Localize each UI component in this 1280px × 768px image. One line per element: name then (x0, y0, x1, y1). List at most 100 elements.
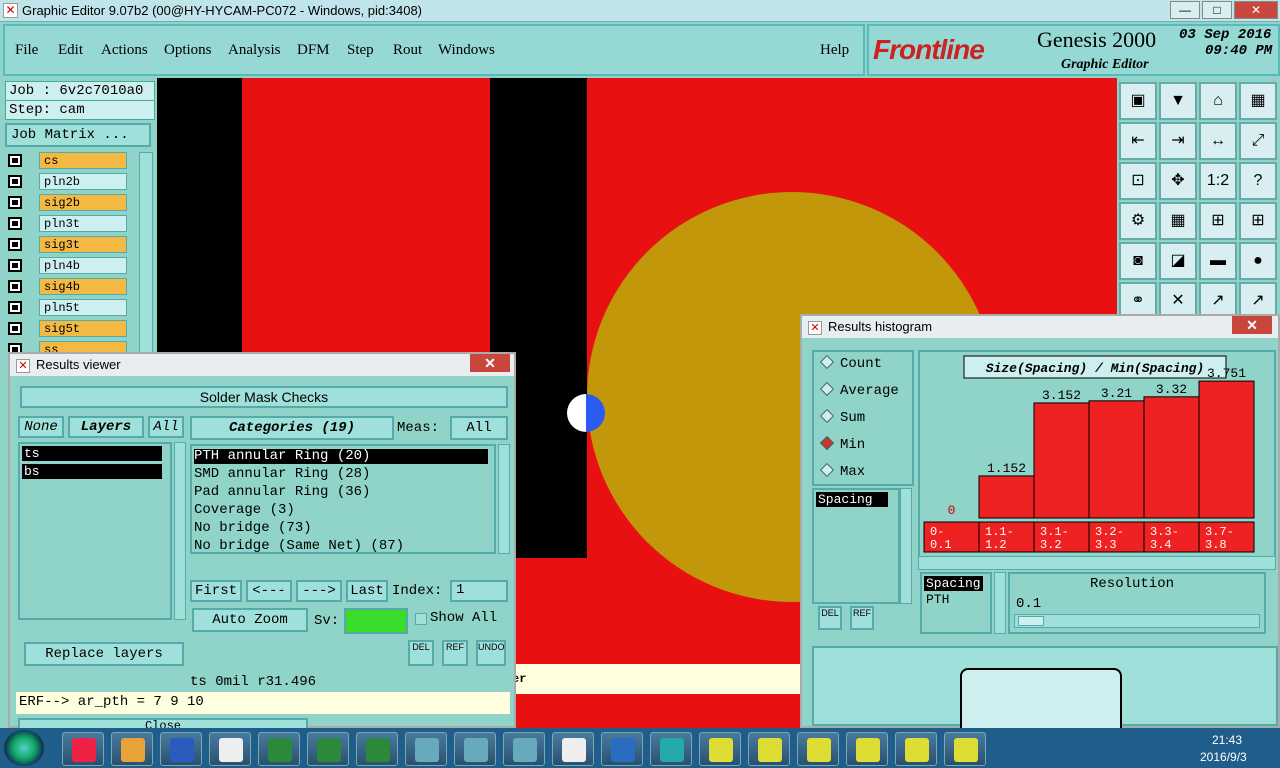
taskbar-app-icon[interactable] (650, 732, 692, 766)
index-input[interactable]: 1 (450, 580, 508, 602)
menu-options[interactable]: Options (164, 42, 212, 59)
layer-row[interactable]: cs (5, 152, 127, 169)
select-icon[interactable]: ◪ (1159, 242, 1197, 280)
first-button[interactable]: First (190, 580, 242, 602)
start-button[interactable] (4, 730, 44, 766)
pad-icon[interactable]: ● (1239, 242, 1277, 280)
histogram-bar[interactable] (978, 475, 1035, 519)
histogram-bar[interactable] (1088, 400, 1145, 519)
undo-button[interactable]: UNDO (476, 640, 506, 666)
category-item[interactable]: Coverage (3) (194, 502, 295, 518)
layer-result-scrollbar[interactable] (174, 442, 186, 620)
prev-button[interactable]: <--- (246, 580, 292, 602)
show-all-checkbox[interactable] (415, 613, 427, 625)
last-button[interactable]: Last (346, 580, 388, 602)
next-button[interactable]: ---> (296, 580, 342, 602)
histogram-close[interactable]: ✕ (1232, 316, 1272, 334)
histogram-bar[interactable] (1033, 402, 1090, 519)
minimize-button[interactable]: — (1170, 1, 1200, 19)
param-item-spacing[interactable]: Spacing (924, 576, 983, 591)
param-scrollbar[interactable] (994, 572, 1006, 634)
resolution-slider-handle[interactable] (1018, 616, 1044, 626)
layer-checkbox[interactable] (8, 196, 22, 209)
taskbar-app-icon[interactable] (405, 732, 447, 766)
settings-icon[interactable]: ⚙ (1119, 202, 1157, 240)
menu-rout[interactable]: Rout (393, 42, 422, 59)
results-viewer-close[interactable]: ✕ (470, 354, 510, 372)
taskbar-app-icon[interactable] (552, 732, 594, 766)
layer-checkbox[interactable] (8, 322, 22, 335)
meas-select[interactable]: All (450, 416, 508, 440)
layers-button[interactable]: Layers (68, 416, 144, 438)
taskbar-app-icon[interactable] (258, 732, 300, 766)
home-icon[interactable]: ⌂ (1199, 82, 1237, 120)
taskbar-app-icon[interactable] (748, 732, 790, 766)
category-item[interactable]: Pad annular Ring (36) (194, 484, 370, 500)
layer-checkbox[interactable] (8, 259, 22, 272)
layer-row[interactable]: pln4b (5, 257, 127, 274)
param-item-pth[interactable]: PTH (924, 592, 951, 607)
taskbar-app-icon[interactable] (209, 732, 251, 766)
net-icon[interactable]: ⊞ (1199, 202, 1237, 240)
taskbar-app-icon[interactable] (454, 732, 496, 766)
del-button[interactable]: DEL (408, 640, 434, 666)
zoom-in-icon[interactable]: ▣ (1119, 82, 1157, 120)
none-button[interactable]: None (18, 416, 64, 438)
histogram-bar[interactable] (1198, 380, 1255, 519)
category-item[interactable]: SMD annular Ring (28) (194, 466, 370, 482)
hist-del-button[interactable]: DEL (818, 606, 842, 630)
layer-row[interactable]: sig4b (5, 278, 127, 295)
layer-checkbox[interactable] (8, 238, 22, 251)
categories-button[interactable]: Categories (19) (190, 416, 394, 440)
pan-icon[interactable]: ✥ (1159, 162, 1197, 200)
layer-result-ts[interactable]: ts (22, 446, 162, 461)
mode-radio-sum[interactable]: Sum (819, 408, 865, 426)
grid-icon[interactable]: ▦ (1239, 82, 1277, 120)
layer-checkbox[interactable] (8, 175, 22, 188)
zoom-out-icon[interactable]: ▼ (1159, 82, 1197, 120)
ruler-icon[interactable]: ▬ (1199, 242, 1237, 280)
taskbar-app-icon[interactable] (895, 732, 937, 766)
left-icon[interactable]: ⇤ (1119, 122, 1157, 160)
layer-scrollbar[interactable] (139, 152, 153, 358)
taskbar-app-icon[interactable] (699, 732, 741, 766)
taskbar-app-icon[interactable] (307, 732, 349, 766)
layer-row[interactable]: pln3t (5, 215, 127, 232)
sv-color-select[interactable] (344, 608, 408, 634)
taskbar-app-icon[interactable] (846, 732, 888, 766)
menu-dfm[interactable]: DFM (297, 42, 330, 59)
taskbar-app-icon[interactable] (62, 732, 104, 766)
menu-actions[interactable]: Actions (101, 42, 148, 59)
taskbar-app-icon[interactable] (356, 732, 398, 766)
layer-checkbox[interactable] (8, 280, 22, 293)
resolution-slider[interactable] (1014, 614, 1260, 628)
menu-windows[interactable]: Windows (438, 42, 495, 59)
net2-icon[interactable]: ⊞ (1239, 202, 1277, 240)
menu-step[interactable]: Step (347, 42, 374, 59)
taskbar-app-icon[interactable] (111, 732, 153, 766)
zoom-box-icon[interactable]: ⊡ (1119, 162, 1157, 200)
taskbar-app-icon[interactable] (601, 732, 643, 766)
taskbar-app-icon[interactable] (944, 732, 986, 766)
mode-radio-min[interactable]: Min (819, 435, 865, 453)
category-item[interactable]: No bridge (73) (194, 520, 312, 536)
mode-radio-count[interactable]: Count (819, 354, 882, 372)
maximize-button[interactable]: □ (1202, 1, 1232, 19)
layer-result-bs[interactable]: bs (22, 464, 162, 479)
help-icon[interactable]: ? (1239, 162, 1277, 200)
category-scrollbar[interactable] (498, 444, 510, 554)
close-button[interactable]: ✕ (1234, 1, 1278, 19)
snap-icon[interactable]: ▦ (1159, 202, 1197, 240)
category-item[interactable]: PTH annular Ring (20) (194, 448, 370, 464)
all-layers-button[interactable]: All (148, 416, 184, 438)
layer-row[interactable]: sig5t (5, 320, 127, 337)
menu-help[interactable]: Help (820, 42, 849, 59)
layer-checkbox[interactable] (8, 301, 22, 314)
menu-analysis[interactable]: Analysis (228, 42, 281, 59)
taskbar-app-icon[interactable] (797, 732, 839, 766)
layer-checkbox[interactable] (8, 217, 22, 230)
fill-icon[interactable]: ◙ (1119, 242, 1157, 280)
layer-row[interactable]: pln5t (5, 299, 127, 316)
mode-radio-average[interactable]: Average (819, 381, 899, 399)
taskbar-app-icon[interactable] (160, 732, 202, 766)
